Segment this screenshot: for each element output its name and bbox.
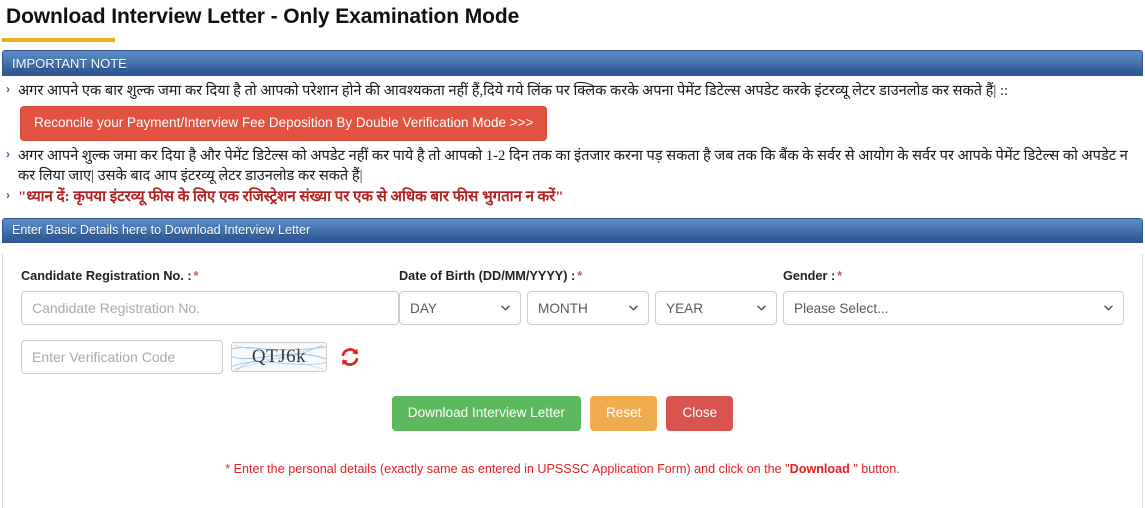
close-button[interactable]: Close [666,396,734,431]
gender-selected-value: Please Select... [794,300,889,316]
registration-field-group: Candidate Registration No. : * [21,268,399,325]
important-note-header: IMPORTANT NOTE [2,50,1143,76]
required-asterisk: * [837,269,843,283]
note-line-3-row: › "ध्यान दें: कृपया इंटरव्यू फीस के लिए … [2,187,1143,207]
note-line-2-text: अगर आपने शुल्क जमा कर दिया है और पेमेंट … [18,148,1128,184]
form-action-buttons: Download Interview Letter Reset Close [1,374,1124,431]
dob-field-group: Date of Birth (DD/MM/YYYY) :* DAY MONTH [399,268,781,325]
form-footer-note: * Enter the personal details (exactly sa… [1,431,1124,477]
gender-label-text: Gender : [783,269,836,283]
important-note-header-label: IMPORTANT NOTE [12,56,127,71]
reconcile-button-wrap: Reconcile your Payment/Interview Fee Dep… [2,101,1143,145]
note-line-1-row: › अगर आपने एक बार शुल्क जमा कर दिया है त… [2,81,1143,101]
required-asterisk: * [577,269,583,283]
captcha-image: QTJ6k [231,342,327,372]
reconcile-payment-button[interactable]: Reconcile your Payment/Interview Fee Dep… [20,106,548,141]
page-title: Download Interview Letter - Only Examina… [6,5,520,28]
reset-button[interactable]: Reset [589,396,658,431]
dob-label: Date of Birth (DD/MM/YYYY) : * [399,268,781,291]
title-underline-rule [2,38,115,42]
dob-year-select[interactable]: YEAR [655,291,777,325]
chevron-down-icon [629,305,638,311]
dob-selects: DAY MONTH YEAR [399,291,781,325]
form-section-header: Enter Basic Details here to Download Int… [2,218,1143,243]
form-section-header-label: Enter Basic Details here to Download Int… [12,223,311,237]
footer-note-bold-text: Download [789,462,850,476]
dob-day-value: DAY [410,300,437,316]
dob-year-value: YEAR [666,300,704,316]
captcha-input[interactable] [21,340,223,374]
download-interview-letter-button[interactable]: Download Interview Letter [391,396,581,431]
footer-note-pre-text: * Enter the personal details (exactly sa… [225,462,790,476]
refresh-icon[interactable] [339,346,361,368]
registration-label-text: Candidate Registration No. : [21,269,192,283]
gender-label: Gender : * [783,268,1124,291]
form-fields-row: Candidate Registration No. :* Date of Bi… [21,268,1124,325]
chevron-down-icon [757,305,766,311]
registration-input[interactable] [21,291,399,325]
required-asterisk: * [193,269,199,283]
chevron-right-icon: › [6,82,10,96]
gender-select[interactable]: Please Select... [783,291,1124,325]
dob-month-value: MONTH [538,300,588,316]
chevron-right-icon: › [6,147,10,161]
chevron-down-icon [501,305,510,311]
form-body: Candidate Registration No. :* Date of Bi… [3,254,1142,477]
dob-month-select[interactable]: MONTH [527,291,649,325]
note-line-3-warning-text: "ध्यान दें: कृपया इंटरव्यू फीस के लिए एक… [18,189,564,205]
captcha-row: QTJ6k [21,325,1124,374]
form-panel: Candidate Registration No. :* Date of Bi… [2,254,1143,508]
important-note-body: › अगर आपने एक बार शुल्क जमा कर दिया है त… [0,76,1145,207]
registration-label: Candidate Registration No. : * [21,268,399,291]
dob-day-select[interactable]: DAY [399,291,521,325]
captcha-code-text: QTJ6k [251,346,307,367]
chevron-down-icon [1104,305,1113,311]
page-root: Download Interview Letter - Only Examina… [0,0,1145,508]
chevron-right-icon: › [6,188,10,202]
footer-note-post-text: " button. [849,462,900,476]
dob-label-text: Date of Birth (DD/MM/YYYY) : [399,269,576,283]
note-line-1-text: अगर आपने एक बार शुल्क जमा कर दिया है तो … [18,83,1009,99]
note-line-2-row: › अगर आपने शुल्क जमा कर दिया है और पेमें… [2,146,1143,186]
gender-field-group: Gender : * Please Select... [781,268,1124,325]
